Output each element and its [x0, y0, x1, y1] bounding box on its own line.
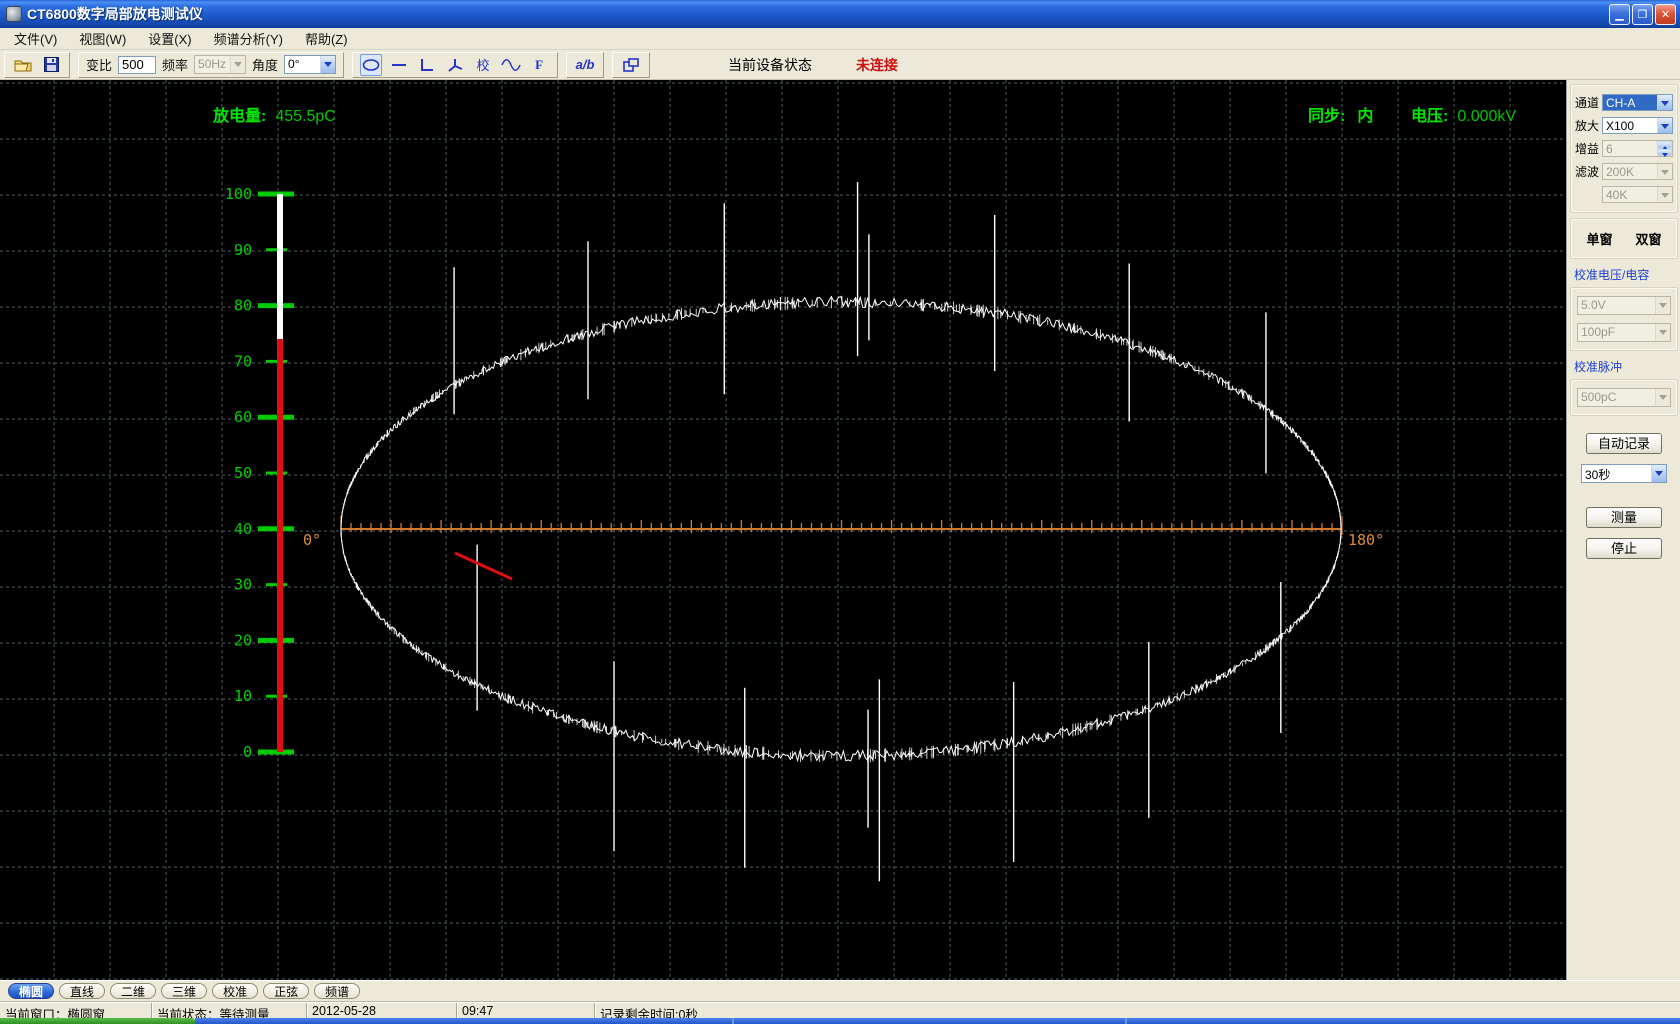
sync-value: 内 [1357, 108, 1374, 125]
sync-label: 同步: [1308, 108, 1346, 125]
auto-record-button[interactable]: 自动记录 [1586, 433, 1662, 454]
tab-ellipse[interactable]: 椭圆 [8, 983, 55, 999]
double-window-toggle[interactable]: 双窗 [1635, 229, 1661, 248]
taskbar-strip [195, 1018, 1680, 1024]
discharge-quantity-value: 455.5pC [275, 108, 336, 125]
status-current-window: 当前窗口：椭圆窗 [0, 1003, 152, 1018]
filter-low-select: 40K [1602, 186, 1673, 203]
ratio-input[interactable] [118, 55, 157, 74]
amplify-select[interactable]: X100 [1602, 117, 1673, 134]
title-bar: CT6800数字局部放电测试仪 ▁ ❐ ✕ [0, 0, 1680, 28]
window-tabs: 椭圆 直线 二维 三维 校准 正弦 频谱 [0, 980, 1680, 1002]
svg-text:20: 20 [234, 631, 252, 649]
voltage-value: 0.000kV [1457, 108, 1517, 125]
svg-text:50: 50 [234, 464, 252, 482]
gain-label: 增益 [1575, 142, 1600, 156]
status-bar: 当前窗口：椭圆窗 当前状态：等待测量 2012-05-28 09:47 记录剩余… [0, 1002, 1680, 1018]
spectrum-window-icon[interactable]: F [528, 54, 550, 76]
save-icon[interactable] [40, 54, 62, 76]
menu-bar: 文件(V) 视图(W) 设置(X) 频谱分析(Y) 帮助(Z) [0, 28, 1680, 50]
status-date: 2012-05-28 [307, 1003, 457, 1018]
menu-spectrum-analysis[interactable]: 频谱分析(Y) [204, 27, 295, 51]
status-current-state: 当前状态：等待测量 [152, 1003, 307, 1018]
tab-sine[interactable]: 正弦 [263, 983, 310, 999]
labels-toggle-icon[interactable]: a/b [574, 54, 596, 76]
voltage-label: 电压: [1411, 108, 1449, 125]
plot-canvas: 10090807060504030201000° 180° [0, 80, 1566, 980]
window-copy-icon[interactable] [620, 54, 642, 76]
open-file-icon[interactable] [12, 54, 34, 76]
angle-label: 角度 [252, 58, 279, 73]
restore-button[interactable]: ❐ [1632, 3, 1653, 25]
channel-select[interactable]: CH-A [1602, 94, 1673, 111]
svg-text:90: 90 [234, 241, 252, 259]
svg-text:80: 80 [234, 297, 252, 315]
svg-text:10: 10 [234, 687, 252, 705]
minimize-button[interactable]: ▁ [1609, 3, 1630, 25]
measure-button[interactable]: 测量 [1586, 507, 1662, 528]
svg-text:30: 30 [234, 576, 252, 594]
calibration-voltage-group-title: 校准电压/电容 [1574, 268, 1650, 282]
device-status-label: 当前设备状态 [728, 56, 813, 73]
tab-spectrum[interactable]: 频谱 [314, 983, 361, 999]
amplify-label: 放大 [1575, 119, 1600, 133]
ratio-label: 变比 [86, 58, 113, 73]
three-dim-window-icon[interactable] [444, 54, 466, 76]
svg-text:0: 0 [243, 743, 252, 761]
calibration-voltage-select: 5.0V [1577, 296, 1671, 315]
filter-label: 滤波 [1575, 165, 1600, 179]
tab-calibration[interactable]: 校准 [212, 983, 259, 999]
tab-three-dim[interactable]: 三维 [161, 983, 208, 999]
svg-text:70: 70 [234, 352, 252, 370]
svg-text:60: 60 [234, 408, 252, 426]
single-window-toggle[interactable]: 单窗 [1586, 229, 1612, 248]
menu-settings[interactable]: 设置(X) [138, 27, 203, 51]
stop-button[interactable]: 停止 [1586, 538, 1662, 559]
calibration-pulse-group-title: 校准脉冲 [1574, 360, 1623, 374]
menu-view[interactable]: 视图(W) [69, 27, 138, 51]
start-button-edge[interactable] [0, 1018, 195, 1024]
window-title: CT6800数字局部放电测试仪 [27, 6, 203, 22]
status-record-remaining: 记录剩余时间:0秒 [600, 1008, 698, 1018]
svg-text:100: 100 [225, 185, 252, 203]
gain-stepper: 6 [1602, 140, 1673, 157]
frequency-label: 频率 [162, 58, 189, 73]
calibration-pulse-select: 500pC [1577, 388, 1671, 407]
app-icon [6, 6, 22, 22]
frequency-select: 50Hz [194, 55, 247, 74]
svg-text:0°: 0° [303, 531, 321, 549]
os-taskbar-edge [0, 1018, 1680, 1024]
line-window-icon[interactable] [388, 54, 410, 76]
two-dim-window-icon[interactable] [416, 54, 438, 76]
control-panel: 通道 CH-A 放大 X100 增益 6 滤波 200K 40K 单窗 双窗 校… [1566, 80, 1680, 980]
toolbar: 变比 频率 50Hz 角度 0° 校 F a/b 当前设备状态 未 [0, 50, 1680, 80]
angle-select[interactable]: 0° [284, 55, 337, 74]
calibration-window-icon[interactable]: 校 [472, 54, 494, 76]
tab-two-dim[interactable]: 二维 [110, 983, 157, 999]
device-status-value: 未连接 [855, 56, 898, 73]
device-status: 当前设备状态 未连接 [728, 55, 898, 75]
menu-help[interactable]: 帮助(Z) [295, 27, 360, 51]
tab-line[interactable]: 直线 [59, 983, 106, 999]
close-button[interactable]: ✕ [1655, 3, 1676, 25]
status-time: 09:47 [457, 1003, 595, 1018]
svg-text:40: 40 [234, 520, 252, 538]
ellipse-window-icon[interactable] [360, 53, 383, 76]
record-interval-select[interactable]: 30秒 [1581, 464, 1667, 483]
svg-text:180°: 180° [1348, 531, 1384, 549]
sine-window-icon[interactable] [500, 54, 522, 76]
channel-label: 通道 [1575, 96, 1600, 110]
calibration-capacitance-select: 100pF [1577, 323, 1671, 342]
menu-file[interactable]: 文件(V) [4, 27, 69, 51]
filter-high-select: 200K [1602, 163, 1673, 180]
discharge-quantity-label: 放电量: [213, 108, 267, 125]
oscilloscope-display: 100 90 80 70 60 50 40 30 20 10 0 0° 180° 放电量: 455.5p… [0, 80, 1566, 980]
